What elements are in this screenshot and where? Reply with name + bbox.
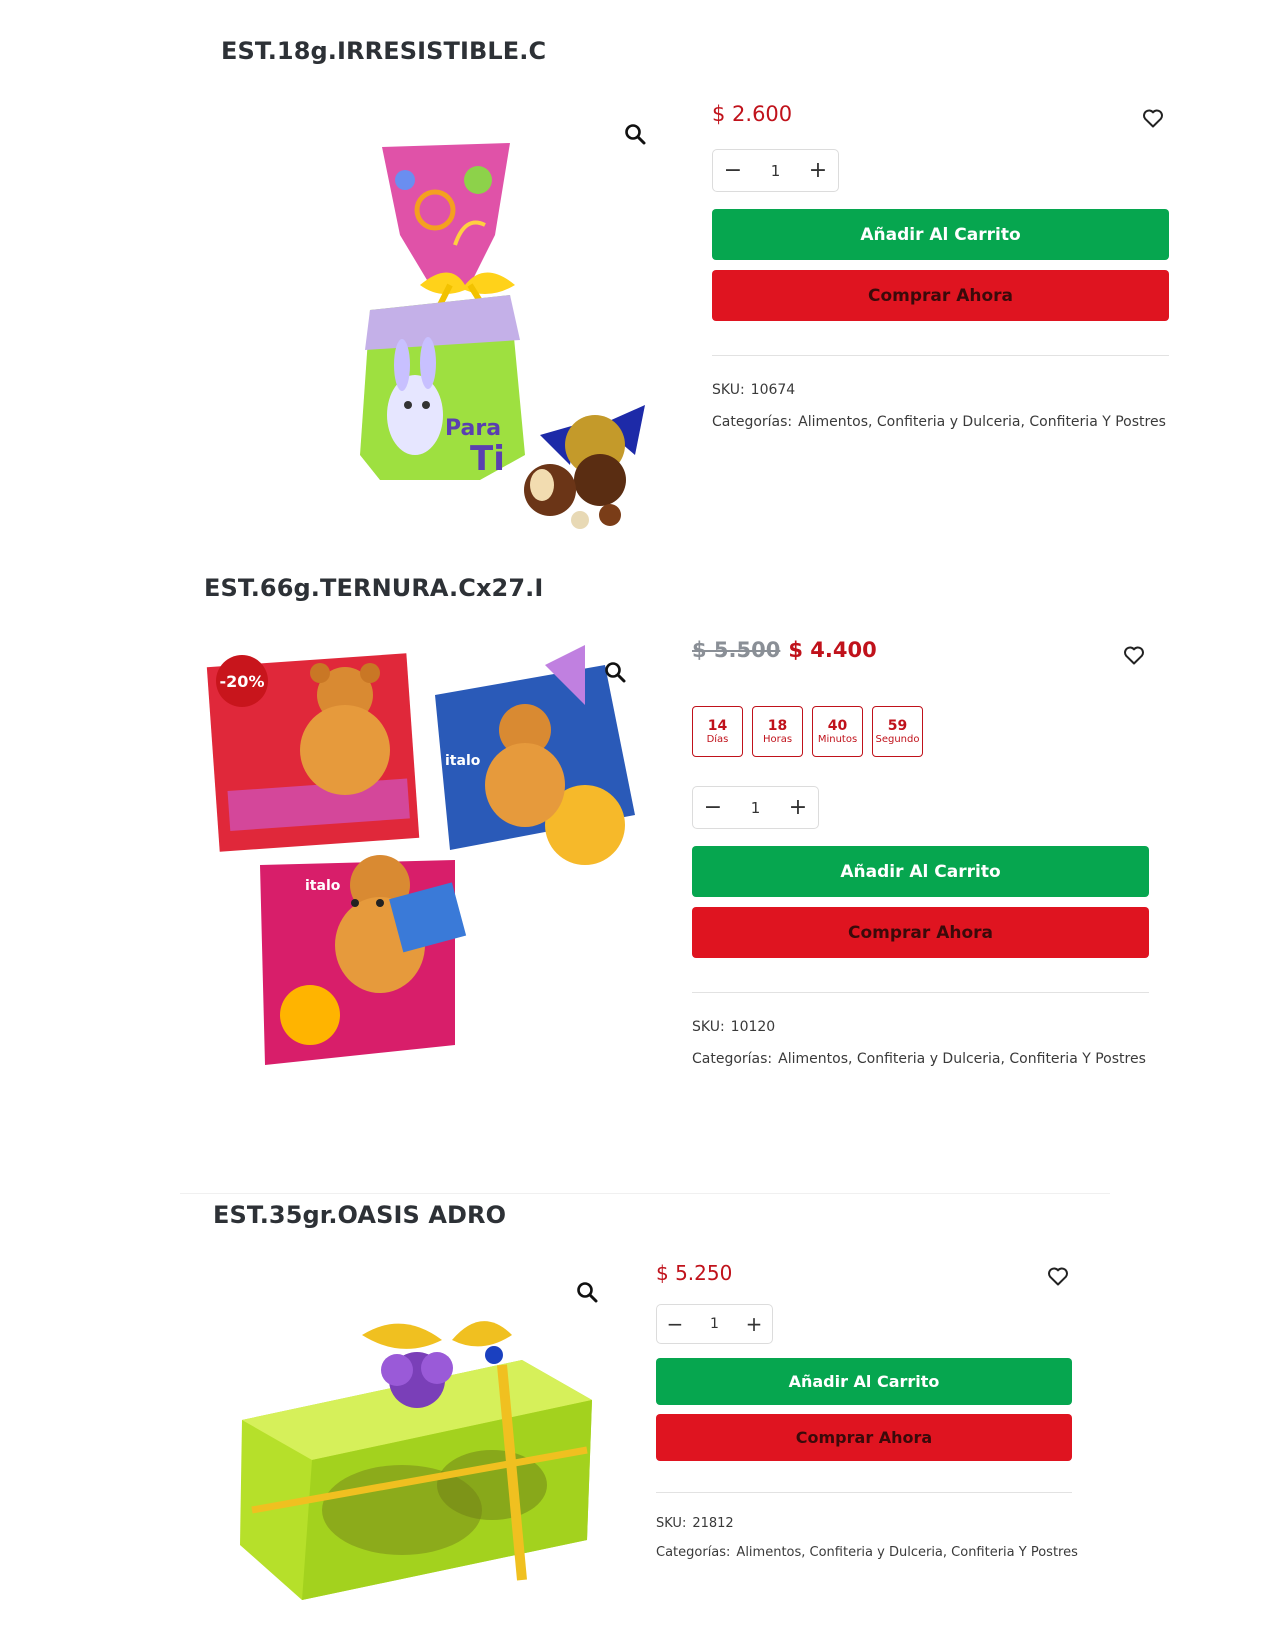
quantity-value[interactable]: 1 [693, 1316, 736, 1332]
countdown-unit: Segundo [875, 733, 920, 745]
minus-icon[interactable]: − [713, 150, 753, 191]
sku-value: 10120 [730, 1019, 776, 1035]
categories-label: Categorías: [692, 1051, 773, 1067]
svg-text:italo: italo [445, 753, 481, 769]
buy-now-button[interactable]: Comprar Ahora [656, 1414, 1072, 1461]
product-image[interactable]: Para Ti [360, 135, 650, 530]
categories-label: Categorías: [712, 414, 793, 430]
buy-now-button[interactable]: Comprar Ahora [692, 907, 1149, 958]
product-image[interactable] [232, 1310, 602, 1615]
sku-line: SKU: 10674 [712, 382, 795, 398]
add-to-cart-button[interactable]: Añadir Al Carrito [692, 846, 1149, 897]
product-title: EST.18g.IRRESISTIBLE.C [221, 37, 547, 65]
sku-line: SKU: 10120 [692, 1019, 775, 1035]
svg-text:italo: italo [305, 878, 341, 894]
divider [712, 355, 1169, 356]
svg-text:Ti: Ti [470, 439, 505, 479]
countdown-hours: 18 Horas [752, 706, 803, 757]
zoom-icon[interactable] [623, 122, 647, 146]
quantity-stepper[interactable]: − 1 + [692, 786, 819, 829]
countdown-minutes: 40 Minutos [812, 706, 863, 757]
categories-line: Categorías: Alimentos, Confiteria y Dulce… [692, 1051, 1146, 1067]
sku-value: 21812 [692, 1516, 734, 1531]
countdown-value: 40 [827, 717, 848, 734]
plus-icon[interactable]: + [798, 150, 838, 191]
sku-label: SKU: [692, 1019, 725, 1035]
price: $ 5.250 [656, 1261, 733, 1285]
plus-icon[interactable]: + [778, 787, 818, 828]
categories-links[interactable]: Alimentos, Confiteria y Dulceria, Confit… [798, 414, 1166, 430]
add-to-cart-button[interactable]: Añadir Al Carrito [712, 209, 1169, 260]
countdown-value: 59 [887, 717, 908, 734]
sku-value: 10674 [750, 382, 796, 398]
price: $ 4.400 [788, 638, 877, 662]
sale-countdown: 14 Días 18 Horas 40 Minutos 59 Segundo [692, 706, 923, 757]
sale-badge: -20% [216, 655, 268, 707]
divider [692, 992, 1149, 993]
gift-box-illustration [240, 1321, 592, 1600]
countdown-unit: Minutos [817, 733, 858, 745]
old-price: $ 5.500 [692, 638, 781, 662]
sku-line: SKU: 21812 [656, 1516, 734, 1531]
quantity-value[interactable]: 1 [753, 162, 798, 180]
categories-line: Categorías: Alimentos, Confiteria y Dulce… [712, 414, 1166, 430]
product-title: EST.66g.TERNURA.Cx27.I [204, 574, 544, 602]
svg-text:Para: Para [445, 416, 501, 441]
price: $ 2.600 [712, 102, 793, 126]
categories-line: Categorías: Alimentos, Confiteria y Dulce… [656, 1545, 1078, 1560]
wishlist-heart-icon[interactable] [1141, 106, 1165, 130]
teddy-bear-boxes-illustration: italo italo [206, 645, 635, 1065]
plus-icon[interactable]: + [736, 1305, 772, 1343]
quantity-value[interactable]: 1 [733, 799, 778, 817]
countdown-value: 14 [707, 717, 728, 734]
quantity-stepper[interactable]: − 1 + [712, 149, 839, 192]
price-row: $ 5.500 $ 4.400 [692, 638, 877, 662]
categories-links[interactable]: Alimentos, Confiteria y Dulceria, Confit… [736, 1545, 1077, 1560]
countdown-days: 14 Días [692, 706, 743, 757]
sku-label: SKU: [712, 382, 745, 398]
minus-icon[interactable]: − [657, 1305, 693, 1343]
categories-links[interactable]: Alimentos, Confiteria y Dulceria, Confit… [778, 1051, 1146, 1067]
quantity-stepper[interactable]: − 1 + [656, 1304, 773, 1344]
add-to-cart-button[interactable]: Añadir Al Carrito [656, 1358, 1072, 1405]
divider [656, 1492, 1072, 1493]
sku-label: SKU: [656, 1516, 687, 1531]
buy-now-button[interactable]: Comprar Ahora [712, 270, 1169, 321]
wishlist-heart-icon[interactable] [1122, 643, 1146, 667]
price-row: $ 5.250 [656, 1261, 732, 1285]
countdown-value: 18 [767, 717, 788, 734]
product-image[interactable]: italo italo [205, 635, 645, 1075]
countdown-seconds: 59 Segundo [872, 706, 923, 757]
zoom-icon[interactable] [575, 1280, 599, 1304]
countdown-unit: Días [706, 733, 729, 745]
section-separator [180, 1193, 1110, 1194]
minus-icon[interactable]: − [693, 787, 733, 828]
categories-label: Categorías: [656, 1545, 731, 1560]
product-title: EST.35gr.OASIS ADRO [213, 1201, 507, 1229]
countdown-unit: Horas [762, 733, 793, 745]
candy-box-illustration: Para Ti [360, 143, 645, 529]
wishlist-heart-icon[interactable] [1046, 1264, 1070, 1288]
price-row: $ 2.600 [712, 102, 792, 126]
zoom-icon[interactable] [603, 660, 627, 684]
